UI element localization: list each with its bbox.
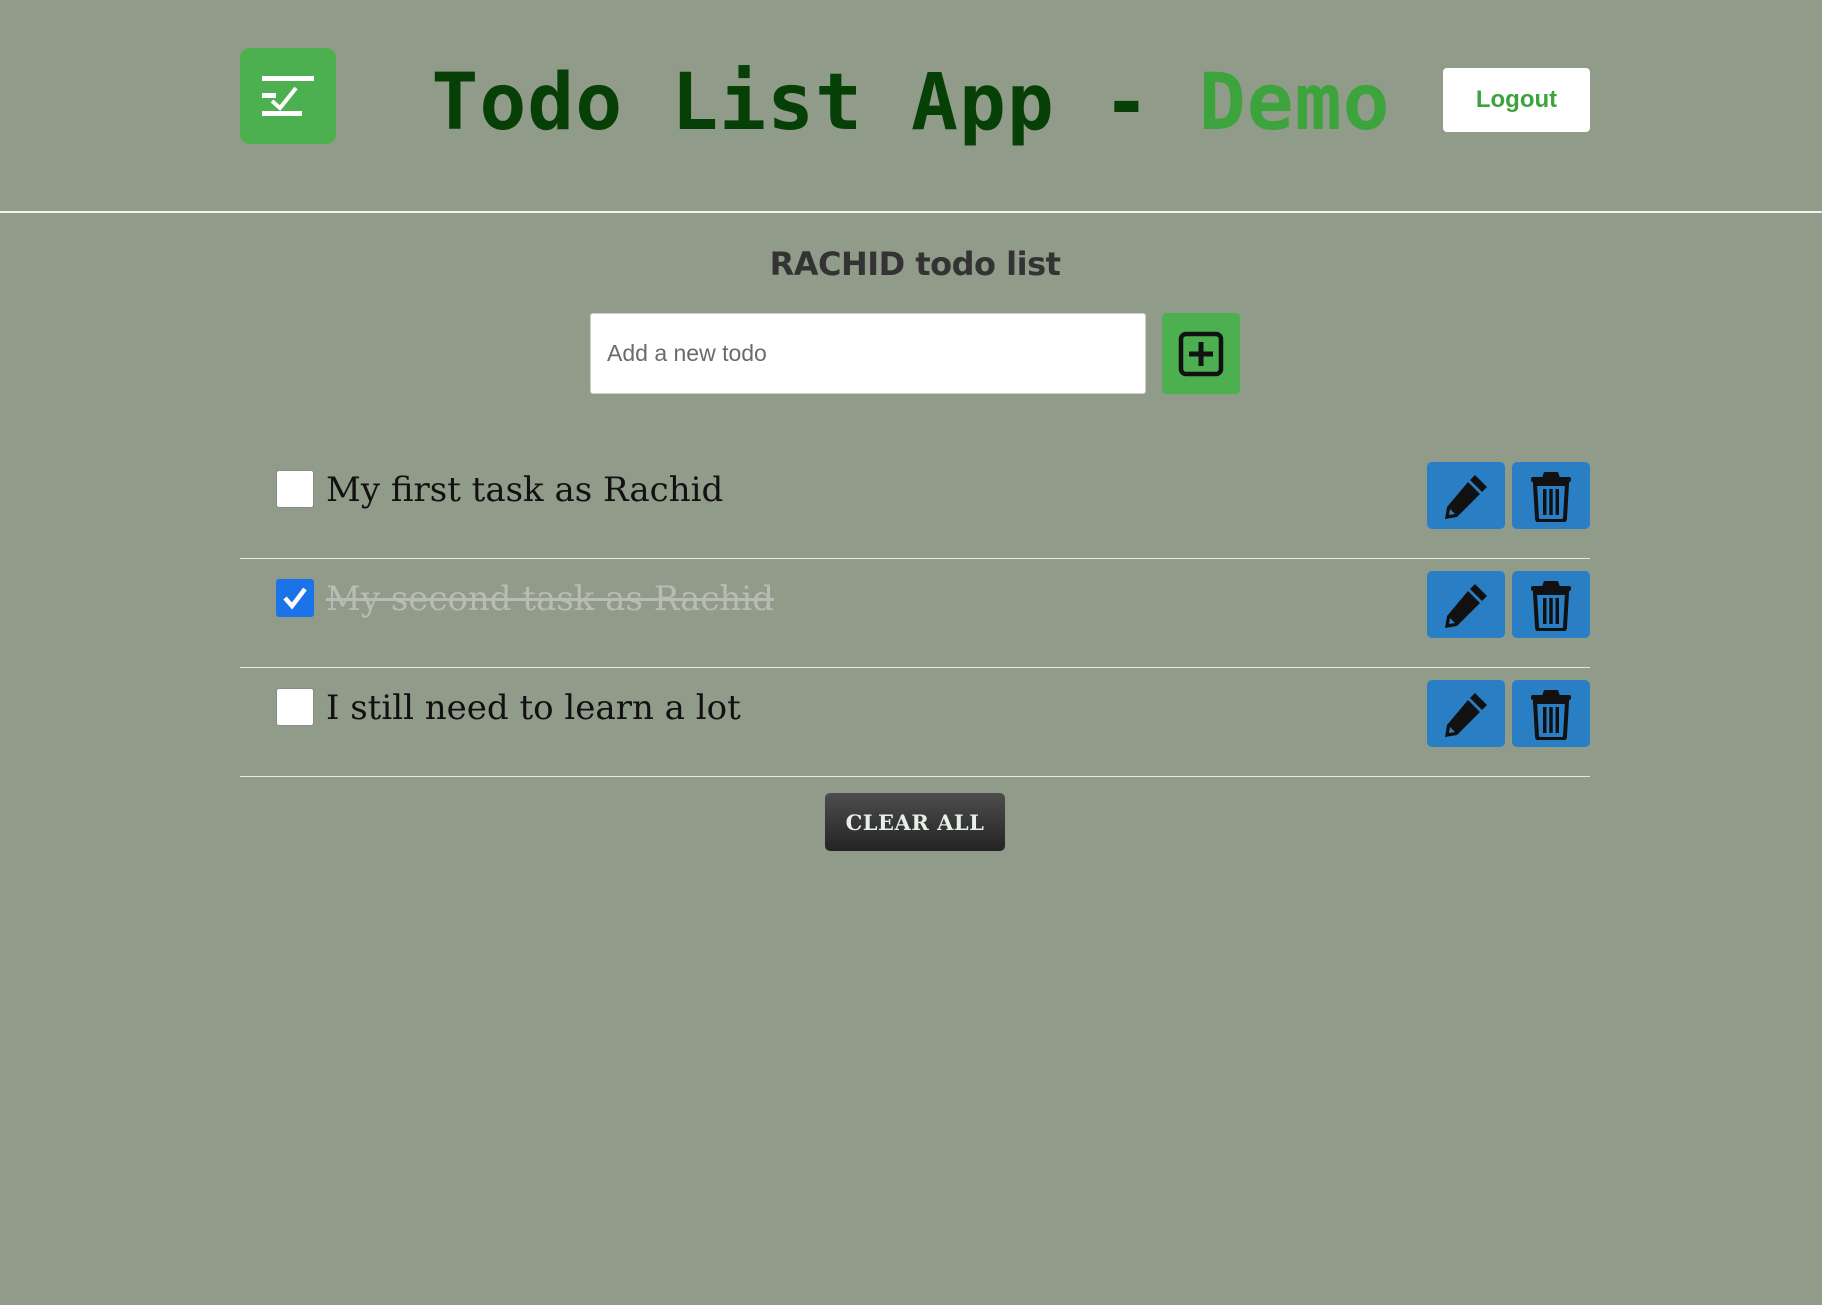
app-title-main: Todo List App - xyxy=(431,58,1151,148)
pencil-icon xyxy=(1445,474,1487,519)
todo-checkbox[interactable] xyxy=(276,579,314,617)
todo-checkbox[interactable] xyxy=(276,470,314,508)
clear-all-button[interactable]: CLEAR ALL xyxy=(825,793,1005,851)
logout-button[interactable]: Logout xyxy=(1443,68,1590,132)
delete-todo-button[interactable] xyxy=(1512,462,1590,529)
edit-todo-button[interactable] xyxy=(1427,571,1505,638)
todo-item: I still need to learn a lot xyxy=(240,668,1590,777)
edit-todo-button[interactable] xyxy=(1427,462,1505,529)
trash-icon xyxy=(1531,580,1571,631)
header-divider xyxy=(0,211,1822,213)
new-todo-input[interactable] xyxy=(590,313,1146,394)
todo-item: My first task as Rachid xyxy=(240,450,1590,559)
todo-text: My first task as Rachid xyxy=(326,470,724,510)
pencil-icon xyxy=(1445,692,1487,737)
todo-item: My second task as Rachid xyxy=(240,559,1590,668)
pencil-icon xyxy=(1445,583,1487,628)
todo-checkbox[interactable] xyxy=(276,688,314,726)
delete-todo-button[interactable] xyxy=(1512,571,1590,638)
edit-todo-button[interactable] xyxy=(1427,680,1505,747)
todo-list: My first task as Rachid My second task a… xyxy=(240,450,1590,777)
app-header: Todo List App - Demo Logout xyxy=(0,0,1822,212)
delete-todo-button[interactable] xyxy=(1512,680,1590,747)
checkmark-icon xyxy=(283,587,307,610)
trash-icon xyxy=(1531,689,1571,740)
trash-icon xyxy=(1531,471,1571,522)
todo-text: My second task as Rachid xyxy=(326,579,774,619)
app-title-demo: Demo xyxy=(1198,58,1391,148)
plus-square-icon xyxy=(1178,331,1224,376)
add-todo-button[interactable] xyxy=(1162,313,1240,394)
list-title: RACHID todo list xyxy=(769,245,1061,283)
todo-text: I still need to learn a lot xyxy=(326,688,741,728)
